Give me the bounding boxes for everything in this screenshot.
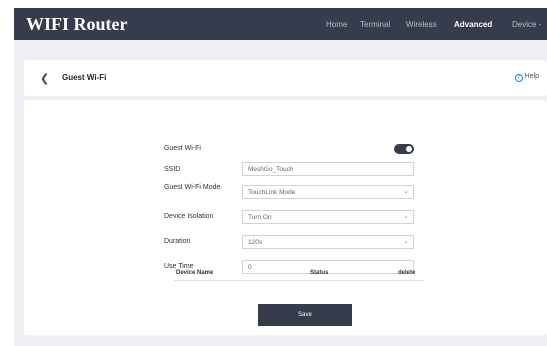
table-divider (174, 280, 424, 281)
help-label: Help (524, 73, 539, 80)
duration-value: 120s (248, 239, 263, 246)
guest-wifi-mode-label: Guest Wi-Fi Mode (164, 184, 221, 191)
nav-home[interactable]: Home (326, 20, 347, 29)
help-circle-icon: ? (514, 74, 523, 82)
chevron-down-icon: ⌄ (403, 213, 409, 220)
device-isolation-select[interactable]: Turn On ⌄ (242, 210, 414, 224)
mode-value: TouchLink Mode (248, 189, 296, 196)
nav-wireless[interactable]: Wireless (406, 20, 437, 29)
page-title: Guest Wi-Fi (62, 73, 107, 82)
nav-advanced[interactable]: Advanced (454, 20, 492, 29)
router-app: WIFI Router Home Terminal Wireless Advan… (14, 8, 547, 346)
guest-wifi-mode-select[interactable]: TouchLink Mode ⌄ (242, 185, 414, 199)
column-delete: delete (398, 270, 416, 276)
chevron-down-icon: ⌄ (403, 238, 409, 245)
device-isolation-label: Device Isolation (164, 213, 214, 220)
page-header: ❮ Guest Wi-Fi ? Help (24, 60, 547, 96)
duration-select[interactable]: 120s ⌄ (242, 235, 414, 249)
nav-device[interactable]: Device - (512, 20, 541, 29)
guest-wifi-toggle[interactable] (394, 144, 414, 154)
nav-terminal[interactable]: Terminal (360, 20, 390, 29)
chevron-down-icon: ⌄ (403, 188, 409, 195)
brand-title: WIFI Router (26, 14, 128, 34)
ssid-input[interactable]: MeshGo_Touch (242, 162, 414, 176)
help-link[interactable]: ? Help (514, 73, 539, 82)
top-bar: WIFI Router Home Terminal Wireless Advan… (14, 8, 547, 40)
duration-label: Duration (164, 238, 191, 245)
column-status: Status (310, 270, 329, 276)
save-button[interactable]: Save (258, 304, 352, 326)
ssid-label: SSID (164, 166, 181, 173)
chevron-left-icon[interactable]: ❮ (40, 72, 49, 85)
column-device-name: Device Name (176, 270, 214, 276)
isolation-value: Turn On (248, 214, 272, 221)
toggle-knob (406, 146, 412, 152)
guest-wifi-label: Guest Wi-Fi (164, 145, 201, 152)
